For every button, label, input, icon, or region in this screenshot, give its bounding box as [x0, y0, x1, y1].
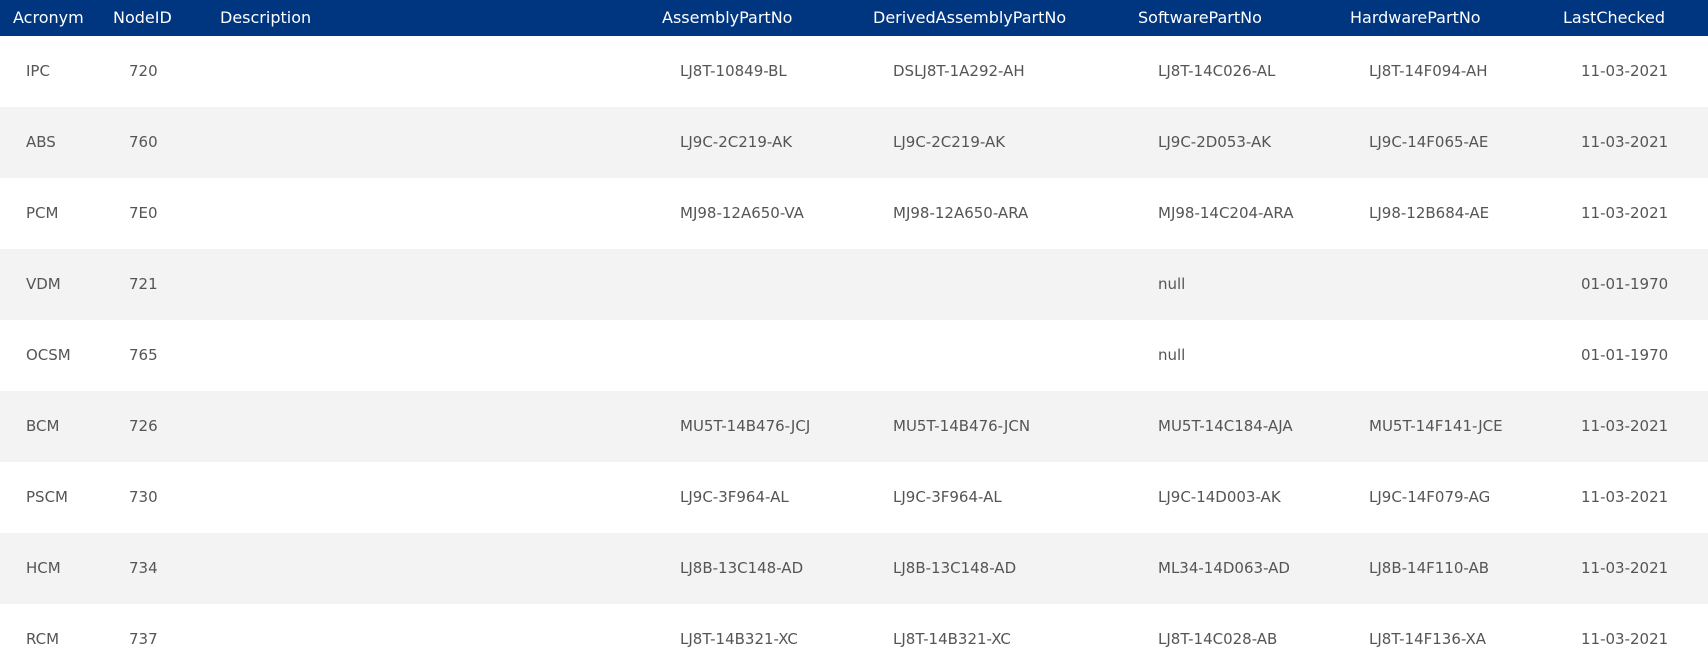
- cell-assembly-part-no: MU5T-14B476-JCJ: [680, 417, 811, 435]
- cell-software-part-no: MJ98-14C204-ARA: [1158, 204, 1294, 222]
- cell-last-checked: 11-03-2021: [1581, 630, 1669, 648]
- header-last-checked[interactable]: LastChecked: [1563, 0, 1665, 36]
- cell-hardware-part-no: LJ8T-14F094-AH: [1369, 62, 1488, 80]
- cell-acronym: OCSM: [26, 346, 71, 364]
- header-software-part-no[interactable]: SoftwarePartNo: [1138, 0, 1262, 36]
- cell-last-checked: 11-03-2021: [1581, 488, 1669, 506]
- cell-last-checked: 11-03-2021: [1581, 417, 1669, 435]
- cell-hardware-part-no: LJ8B-14F110-AB: [1369, 559, 1490, 577]
- cell-node-id: 737: [129, 630, 158, 648]
- header-acronym[interactable]: Acronym: [13, 0, 84, 36]
- cell-node-id: 734: [129, 559, 158, 577]
- header-node-id[interactable]: NodeID: [113, 0, 172, 36]
- table-row[interactable]: PCM 7E0 MJ98-12A650-VA MJ98-12A650-ARA M…: [0, 178, 1708, 249]
- table-header: Acronym NodeID Description AssemblyPartN…: [0, 0, 1708, 36]
- cell-derived-assembly-part-no: LJ8B-13C148-AD: [893, 559, 1017, 577]
- cell-software-part-no: MU5T-14C184-AJA: [1158, 417, 1293, 435]
- cell-software-part-no: null: [1158, 346, 1186, 364]
- cell-last-checked: 11-03-2021: [1581, 133, 1669, 151]
- cell-hardware-part-no: LJ98-12B684-AE: [1369, 204, 1490, 222]
- table-row[interactable]: BCM 726 MU5T-14B476-JCJ MU5T-14B476-JCN …: [0, 391, 1708, 462]
- cell-acronym: RCM: [26, 630, 60, 648]
- header-derived-assembly-part-no[interactable]: DerivedAssemblyPartNo: [873, 0, 1066, 36]
- cell-acronym: VDM: [26, 275, 61, 293]
- cell-acronym: PSCM: [26, 488, 68, 506]
- cell-assembly-part-no: MJ98-12A650-VA: [680, 204, 804, 222]
- header-assembly-part-no[interactable]: AssemblyPartNo: [662, 0, 792, 36]
- cell-node-id: 726: [129, 417, 158, 435]
- cell-derived-assembly-part-no: LJ9C-2C219-AK: [893, 133, 1006, 151]
- cell-software-part-no: LJ9C-14D003-AK: [1158, 488, 1281, 506]
- module-table: Acronym NodeID Description AssemblyPartN…: [0, 0, 1708, 663]
- cell-hardware-part-no: MU5T-14F141-JCE: [1369, 417, 1503, 435]
- cell-software-part-no: LJ9C-2D053-AK: [1158, 133, 1272, 151]
- table-row[interactable]: IPC 720 LJ8T-10849-BL DSLJ8T-1A292-AH LJ…: [0, 36, 1708, 107]
- cell-assembly-part-no: LJ9C-2C219-AK: [680, 133, 793, 151]
- cell-software-part-no: ML34-14D063-AD: [1158, 559, 1290, 577]
- cell-assembly-part-no: LJ8T-10849-BL: [680, 62, 787, 80]
- cell-software-part-no: LJ8T-14C028-AB: [1158, 630, 1278, 648]
- cell-acronym: ABS: [26, 133, 56, 151]
- cell-derived-assembly-part-no: MJ98-12A650-ARA: [893, 204, 1029, 222]
- cell-derived-assembly-part-no: LJ9C-3F964-AL: [893, 488, 1002, 506]
- cell-hardware-part-no: LJ9C-14F065-AE: [1369, 133, 1489, 151]
- cell-derived-assembly-part-no: DSLJ8T-1A292-AH: [893, 62, 1025, 80]
- cell-last-checked: 11-03-2021: [1581, 62, 1669, 80]
- cell-assembly-part-no: LJ8B-13C148-AD: [680, 559, 804, 577]
- cell-derived-assembly-part-no: LJ8T-14B321-XC: [893, 630, 1011, 648]
- cell-hardware-part-no: LJ9C-14F079-AG: [1369, 488, 1491, 506]
- table-row[interactable]: VDM 721 null 01-01-1970: [0, 249, 1708, 320]
- cell-assembly-part-no: LJ8T-14B321-XC: [680, 630, 798, 648]
- table-row[interactable]: HCM 734 LJ8B-13C148-AD LJ8B-13C148-AD ML…: [0, 533, 1708, 604]
- header-hardware-part-no[interactable]: HardwarePartNo: [1350, 0, 1481, 36]
- cell-node-id: 730: [129, 488, 158, 506]
- cell-acronym: BCM: [26, 417, 60, 435]
- cell-node-id: 760: [129, 133, 158, 151]
- cell-assembly-part-no: LJ9C-3F964-AL: [680, 488, 789, 506]
- cell-software-part-no: LJ8T-14C026-AL: [1158, 62, 1276, 80]
- cell-node-id: 7E0: [129, 204, 158, 222]
- cell-last-checked: 01-01-1970: [1581, 346, 1669, 364]
- table-row[interactable]: RCM 737 LJ8T-14B321-XC LJ8T-14B321-XC LJ…: [0, 604, 1708, 663]
- cell-last-checked: 11-03-2021: [1581, 204, 1669, 222]
- cell-last-checked: 01-01-1970: [1581, 275, 1669, 293]
- header-description[interactable]: Description: [220, 0, 311, 36]
- cell-software-part-no: null: [1158, 275, 1186, 293]
- cell-acronym: PCM: [26, 204, 59, 222]
- cell-node-id: 721: [129, 275, 158, 293]
- cell-acronym: HCM: [26, 559, 61, 577]
- table-row[interactable]: PSCM 730 LJ9C-3F964-AL LJ9C-3F964-AL LJ9…: [0, 462, 1708, 533]
- table-row[interactable]: OCSM 765 null 01-01-1970: [0, 320, 1708, 391]
- cell-node-id: 765: [129, 346, 158, 364]
- cell-node-id: 720: [129, 62, 158, 80]
- cell-last-checked: 11-03-2021: [1581, 559, 1669, 577]
- cell-hardware-part-no: LJ8T-14F136-XA: [1369, 630, 1487, 648]
- cell-derived-assembly-part-no: MU5T-14B476-JCN: [893, 417, 1031, 435]
- cell-acronym: IPC: [26, 62, 50, 80]
- table-row[interactable]: ABS 760 LJ9C-2C219-AK LJ9C-2C219-AK LJ9C…: [0, 107, 1708, 178]
